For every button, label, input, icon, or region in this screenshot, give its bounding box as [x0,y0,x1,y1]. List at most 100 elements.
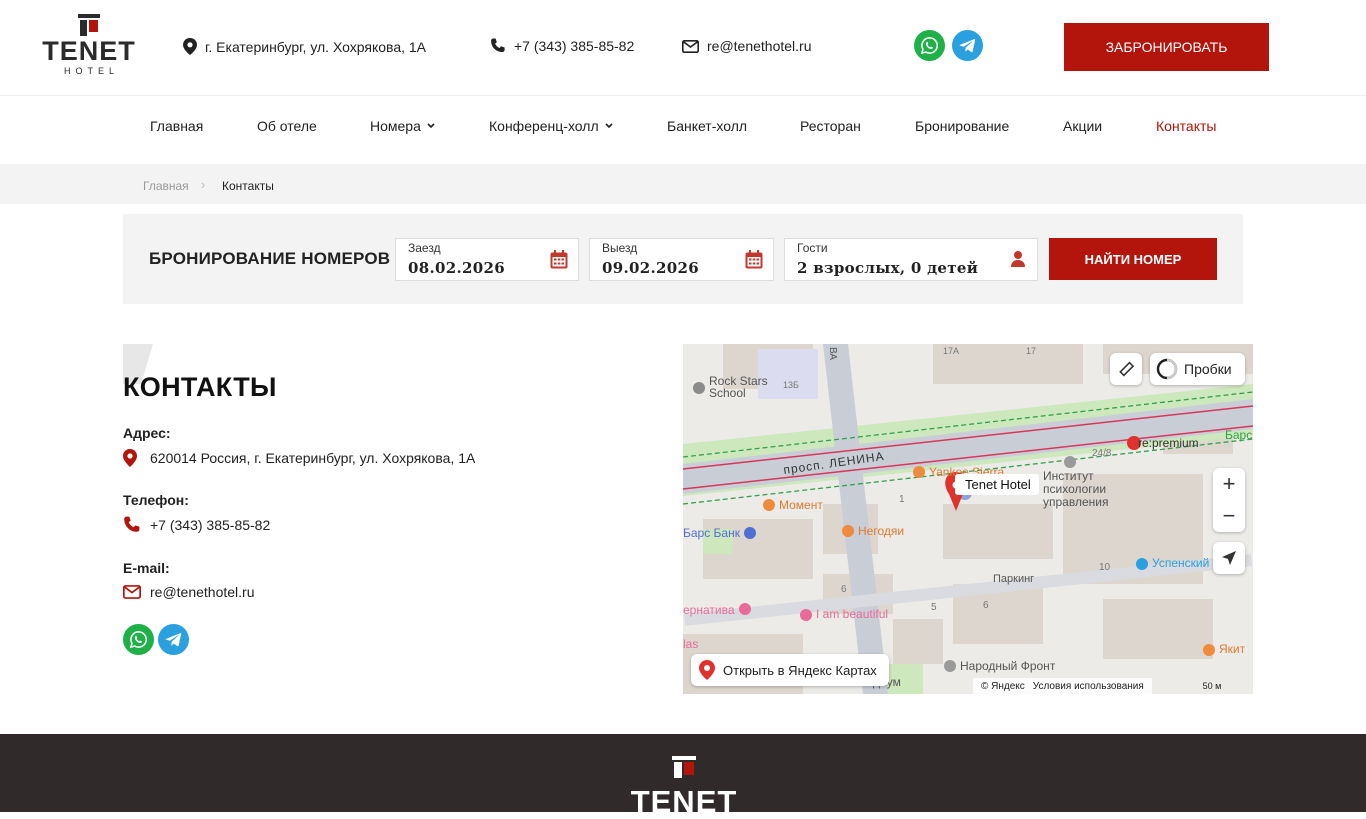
footer: TENET [0,734,1366,817]
nav-item-label: Акции [1063,118,1103,134]
email-row[interactable]: re@tenethotel.ru [123,584,255,600]
map-attribution: © Яндекс Условия использования [973,678,1152,694]
nav-item-banquet[interactable]: Банкет-холл [667,118,747,134]
map-copyright[interactable]: © Яндекс [981,681,1025,692]
find-room-button[interactable]: НАЙТИ НОМЕР [1049,238,1217,280]
map-place-label: Rock Stars School [709,374,768,400]
map-place-label: Момент [779,498,823,512]
phone-icon [124,516,140,532]
map-number-label: 17 [1026,346,1037,356]
map-place-label: Паркинг [993,573,1035,585]
booking-title: БРОНИРОВАНИЕ НОМЕРОВ [149,249,391,268]
nav-item-booking[interactable]: Бронирование [915,118,1009,134]
phone-text[interactable]: +7 (343) 385-85-82 [150,517,270,533]
header-address: г. Екатеринбург, ул. Хохрякова, 1А [183,38,426,55]
telegram-icon[interactable] [952,30,983,61]
breadcrumb-current: Контакты [222,179,274,193]
nav-item-restaurant[interactable]: Ресторан [800,118,861,134]
checkout-field[interactable]: Выезд 09.02.2026 [589,238,774,281]
phone-icon [491,38,505,52]
nav-item-contacts[interactable]: Контакты [1156,118,1216,134]
zoom-out-icon[interactable]: − [1213,500,1245,532]
ruler-button[interactable] [1110,353,1142,385]
book-now-button[interactable]: ЗАБРОНИРОВАТЬ [1064,23,1269,71]
hotel-logo[interactable]: TENET HOTEL [40,14,138,80]
checkin-label: Заезд [408,241,441,255]
map-place-label: Институт психологии управления [1043,469,1109,509]
nav-item-home[interactable]: Главная [150,118,203,134]
header-phone-text[interactable]: +7 (343) 385-85-82 [514,38,634,54]
map-terms-link[interactable]: Условия использования [1033,681,1144,692]
map-place-label: las [683,637,699,651]
header-email-text[interactable]: re@tenethotel.ru [707,38,812,54]
chevron-down-icon [605,123,613,129]
logo-mark-icon [672,756,696,778]
calendar-icon[interactable] [550,250,568,269]
guests-value[interactable]: 2 взрослых, 0 детей [797,259,978,277]
nav-item-label: Главная [150,118,204,134]
map-place-label: Успенский [1152,556,1210,570]
nav-item-promos[interactable]: Акции [1063,118,1102,134]
whatsapp-icon[interactable] [123,624,154,655]
traffic-button[interactable]: Пробки [1150,353,1245,385]
map-number-label: 24/8 [1092,448,1112,459]
geolocation-button[interactable] [1213,542,1245,574]
traffic-icon [1156,358,1178,380]
nav-item-about[interactable]: Об отеле [257,118,317,134]
logo-wordmark: TENET [42,36,136,66]
checkin-field[interactable]: Заезд 08.02.2026 [395,238,579,281]
breadcrumb-chevron-icon: › [201,177,206,192]
nav-item-label: Банкет-холл [667,118,748,134]
checkin-value[interactable]: 08.02.2026 [408,259,505,277]
main-nav: Главная Об отеле Номера Конференц-холл Б… [0,96,1366,164]
map-place-label: I am beautiful [816,607,889,621]
yandex-map[interactable]: Rock Stars School 13Б 17А 17 24/8 1 6 5 … [683,344,1253,694]
nav-item-rooms[interactable]: Номера [370,118,435,134]
map-place-label: ернатива [683,603,735,617]
map-place-label: Народный Фронт [960,659,1056,673]
map-place-label: Якит [1219,642,1246,656]
map-pin-icon [123,449,137,467]
checkout-value[interactable]: 09.02.2026 [602,259,699,277]
email-label: E-mail: [123,560,170,576]
top-header: TENET HOTEL г. Екатеринбург, ул. Хохряко… [0,0,1366,96]
nav-item-conference[interactable]: Конференц-холл [489,118,613,134]
header-address-text: г. Екатеринбург, ул. Хохрякова, 1А [205,38,427,55]
map-number-label: 5 [931,602,937,613]
map-street-label: ВА [827,346,839,361]
email-text[interactable]: re@tenethotel.ru [150,584,255,600]
guests-field[interactable]: Гости 2 взрослых, 0 детей [784,238,1038,281]
nav-item-label: Ресторан [800,118,861,134]
open-yandex-maps-button[interactable]: Открыть в Яндекс Картах [691,654,889,686]
footer-logo[interactable]: TENET [627,756,741,817]
whatsapp-icon[interactable] [914,30,945,61]
logo-subtitle: HOTEL [63,66,119,76]
calendar-icon[interactable] [745,250,763,269]
map-number-label: 10 [1099,562,1111,573]
nav-item-label: Об отеле [257,118,317,134]
zoom-in-icon[interactable]: + [1213,468,1245,500]
telegram-icon[interactable] [158,624,189,655]
traffic-label: Пробки [1184,361,1232,377]
logo-mark-icon [78,14,100,36]
map-marker-label[interactable]: Tenet Hotel [955,474,1039,495]
map-place-label: re:premium [1138,436,1199,450]
map-pin-icon [183,38,197,55]
user-icon [1011,251,1025,267]
map-place-label: Барс Банк [683,526,740,540]
guests-label: Гости [797,241,828,255]
mail-icon [123,585,141,599]
address-row: 620014 Россия, г. Екатеринбург, ул. Хохр… [123,449,475,467]
breadcrumb: Главная › Контакты [0,164,1366,204]
yandex-pin-icon [699,660,715,680]
nav-item-label: Бронирование [915,118,1010,134]
header-phone[interactable]: +7 (343) 385-85-82 [490,38,634,54]
map-number-label: 6 [983,600,989,611]
phone-row[interactable]: +7 (343) 385-85-82 [123,516,270,534]
breadcrumb-home[interactable]: Главная [143,179,189,193]
page-title: КОНТАКТЫ [123,372,277,402]
geolocation-icon [1222,551,1236,565]
header-email[interactable]: re@tenethotel.ru [682,38,812,54]
map-place-label: Негодяи [858,524,905,538]
chevron-down-icon [427,123,435,129]
